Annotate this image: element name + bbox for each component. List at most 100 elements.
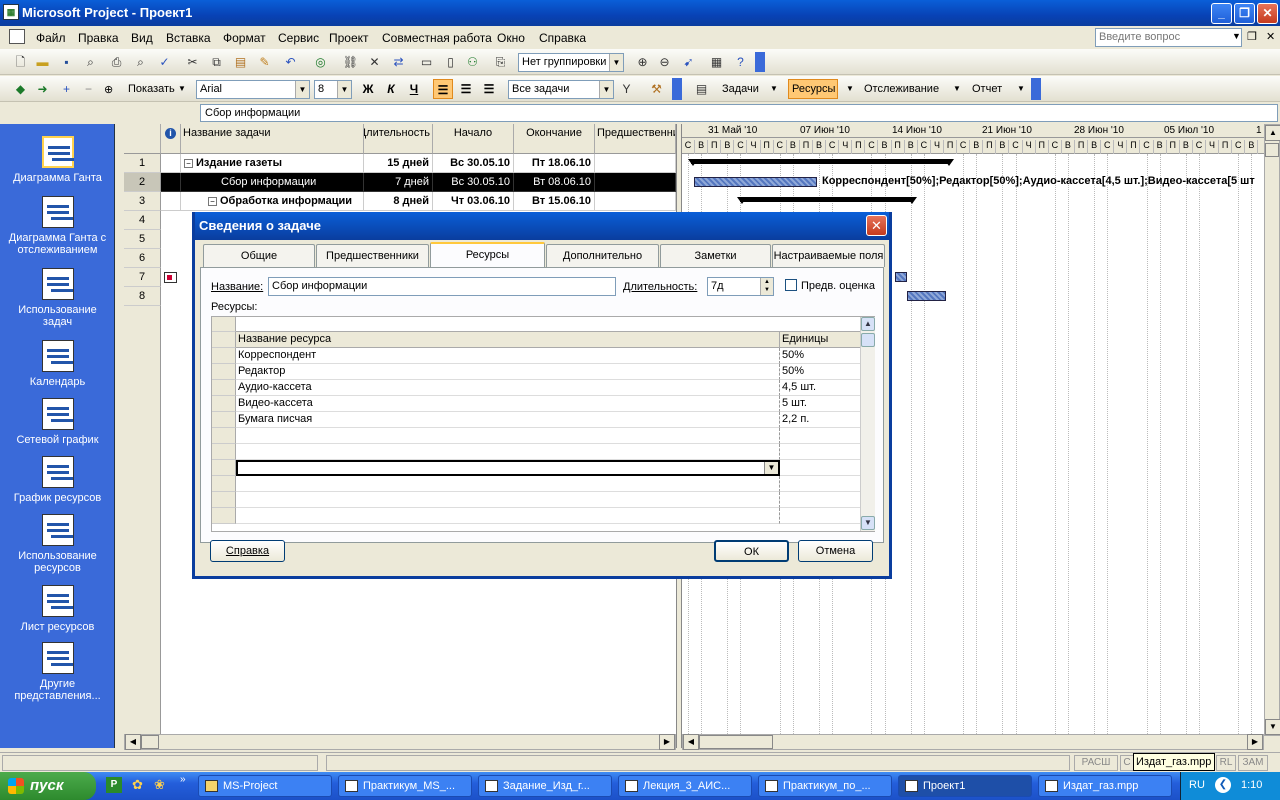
toolbar-options-icon[interactable]: [1031, 78, 1041, 100]
resource-units-cell[interactable]: [780, 428, 860, 444]
resource-row[interactable]: Бумага писчая 2,2 п.: [212, 412, 860, 428]
menu-help[interactable]: Справка: [539, 31, 586, 45]
resource-row[interactable]: [212, 444, 860, 460]
resource-units-cell[interactable]: [780, 476, 860, 492]
language-indicator[interactable]: RU: [1189, 779, 1205, 791]
view-resource-sheet[interactable]: Лист ресурсов: [0, 585, 115, 633]
gantt-wizard-icon[interactable]: ⚒: [648, 81, 665, 97]
resource-units-cell[interactable]: 4,5 шт.: [780, 380, 860, 396]
tray-expand-icon[interactable]: ❮: [1215, 777, 1231, 793]
resource-units-cell[interactable]: [780, 508, 860, 524]
resource-units-cell[interactable]: 50%: [780, 348, 860, 364]
show-button[interactable]: Показать: [128, 83, 175, 95]
project-guide-icon[interactable]: ▤: [693, 81, 710, 97]
font-size-select[interactable]: 8 ▼: [314, 80, 352, 99]
print-icon[interactable]: ⎙: [108, 54, 125, 70]
resource-row[interactable]: Редактор 50%: [212, 364, 860, 380]
view-resource-usage[interactable]: Использование ресурсов: [0, 514, 115, 574]
view-resource-graph[interactable]: График ресурсов: [0, 456, 115, 504]
undo-icon[interactable]: ↶: [282, 54, 299, 70]
align-right-icon[interactable]: ☰: [479, 79, 499, 99]
taskbar-item[interactable]: Издат_газ.mpp: [1038, 775, 1172, 797]
start-button[interactable]: пуск: [0, 772, 96, 800]
gantt-horizontal-scrollbar[interactable]: ◀ ▶: [682, 734, 1264, 750]
task-name-cell[interactable]: − Издание газеты: [181, 154, 364, 173]
hyperlink-icon[interactable]: ◎: [312, 54, 329, 70]
resources-edit-row[interactable]: [212, 317, 860, 332]
resource-row[interactable]: Корреспондент 50%: [212, 348, 860, 364]
grouping-select[interactable]: Нет группировки ▼: [518, 53, 624, 72]
task-bar[interactable]: [694, 177, 817, 187]
split-task-icon[interactable]: ⇄: [390, 54, 407, 70]
help-icon[interactable]: ?: [732, 54, 749, 70]
resource-name-cell[interactable]: [236, 476, 780, 492]
duration-spinner-icon[interactable]: ▲ ▼: [760, 278, 773, 295]
menu-edit[interactable]: Правка: [78, 31, 119, 45]
resources-button[interactable]: Ресурсы: [788, 79, 838, 99]
menu-file[interactable]: Файл: [36, 31, 66, 45]
minus-icon[interactable]: −: [80, 81, 97, 97]
quicklaunch-more-icon[interactable]: »: [180, 774, 186, 785]
scroll-up-icon[interactable]: ▲: [1265, 125, 1280, 141]
taskbar-item[interactable]: MS-Project: [198, 775, 332, 797]
spelling-icon[interactable]: ✓: [156, 54, 173, 70]
duration-cell[interactable]: 7 дней: [364, 173, 433, 192]
resources-dropdown-icon[interactable]: ▼: [846, 84, 854, 93]
row-id[interactable]: 4: [124, 211, 161, 230]
menu-project[interactable]: Проект: [329, 31, 369, 45]
resource-name-cell[interactable]: Корреспондент: [236, 348, 780, 364]
row-id[interactable]: 5: [124, 230, 161, 249]
resource-name-cell[interactable]: [236, 444, 780, 460]
ask-question-input[interactable]: Введите вопрос: [1095, 28, 1242, 47]
row-id[interactable]: 7: [124, 268, 161, 287]
tab-resources[interactable]: Ресурсы: [430, 242, 545, 267]
paste-icon[interactable]: ▤: [232, 54, 249, 70]
show-dropdown-icon[interactable]: ▼: [178, 84, 186, 93]
scroll-thumb[interactable]: [861, 333, 875, 347]
row-id[interactable]: 6: [124, 249, 161, 268]
scroll-thumb[interactable]: [1265, 143, 1279, 157]
resource-name-cell[interactable]: [236, 428, 780, 444]
start-cell[interactable]: Вс 30.05.10: [433, 154, 514, 173]
bold-button[interactable]: Ж: [358, 79, 378, 99]
filter-select[interactable]: Все задачи ▼: [508, 80, 614, 99]
tracking-dropdown-icon[interactable]: ▼: [953, 84, 961, 93]
project-icon[interactable]: ▦: [3, 4, 19, 20]
close-doc-icon[interactable]: ✕: [1266, 30, 1275, 43]
align-center-icon[interactable]: ☰: [456, 79, 476, 99]
summary-bar[interactable]: [740, 197, 912, 202]
predecessors-cell[interactable]: [595, 192, 676, 211]
cut-icon[interactable]: ✂: [184, 54, 201, 70]
resource-row[interactable]: Аудио-кассета 4,5 шт.: [212, 380, 860, 396]
tasks-dropdown-icon[interactable]: ▼: [770, 84, 778, 93]
arrow-left-icon[interactable]: ◆: [12, 81, 29, 97]
menu-collaborate[interactable]: Совместная работа: [382, 31, 492, 45]
tracking-button[interactable]: Отслеживание: [864, 83, 939, 95]
indicators-header[interactable]: i: [161, 124, 181, 154]
menu-view[interactable]: Вид: [131, 31, 153, 45]
dialog-close-button[interactable]: ✕: [866, 215, 887, 236]
resource-units-cell[interactable]: 5 шт.: [780, 396, 860, 412]
view-tracking-gantt[interactable]: Диаграмма Ганта с отслеживанием: [0, 196, 115, 256]
scroll-right-icon[interactable]: ▶: [659, 734, 675, 750]
scroll-thumb[interactable]: [141, 735, 159, 749]
cancel-button[interactable]: Отмена: [798, 540, 873, 562]
zoom-in-icon[interactable]: ⊕: [634, 54, 651, 70]
row-id[interactable]: 1: [124, 154, 161, 173]
scroll-left-icon[interactable]: ◀: [125, 734, 141, 750]
table-row[interactable]: 3 − Обработка информации 8 дней Чт 03.06.…: [124, 192, 676, 211]
scroll-up-icon[interactable]: ▲: [861, 317, 875, 331]
start-cell[interactable]: Вс 30.05.10: [433, 173, 514, 192]
task-name-cell[interactable]: − Обработка информации: [181, 192, 364, 211]
project-quicklaunch-icon[interactable]: P: [106, 777, 122, 793]
scroll-thumb[interactable]: [699, 735, 773, 749]
duration-field[interactable]: 7д ▲ ▼: [707, 277, 774, 296]
scroll-down-icon[interactable]: ▼: [861, 516, 875, 530]
close-button[interactable]: ✕: [1257, 3, 1278, 24]
predecessors-cell[interactable]: [595, 173, 676, 192]
entry-field[interactable]: Сбор информации: [200, 104, 1278, 122]
column-header-resource-name[interactable]: Название ресурса: [236, 332, 780, 348]
scroll-down-icon[interactable]: ▼: [1265, 719, 1280, 735]
resource-row[interactable]: [212, 508, 860, 524]
resources-vertical-scrollbar[interactable]: ▲ ▼: [860, 317, 875, 531]
